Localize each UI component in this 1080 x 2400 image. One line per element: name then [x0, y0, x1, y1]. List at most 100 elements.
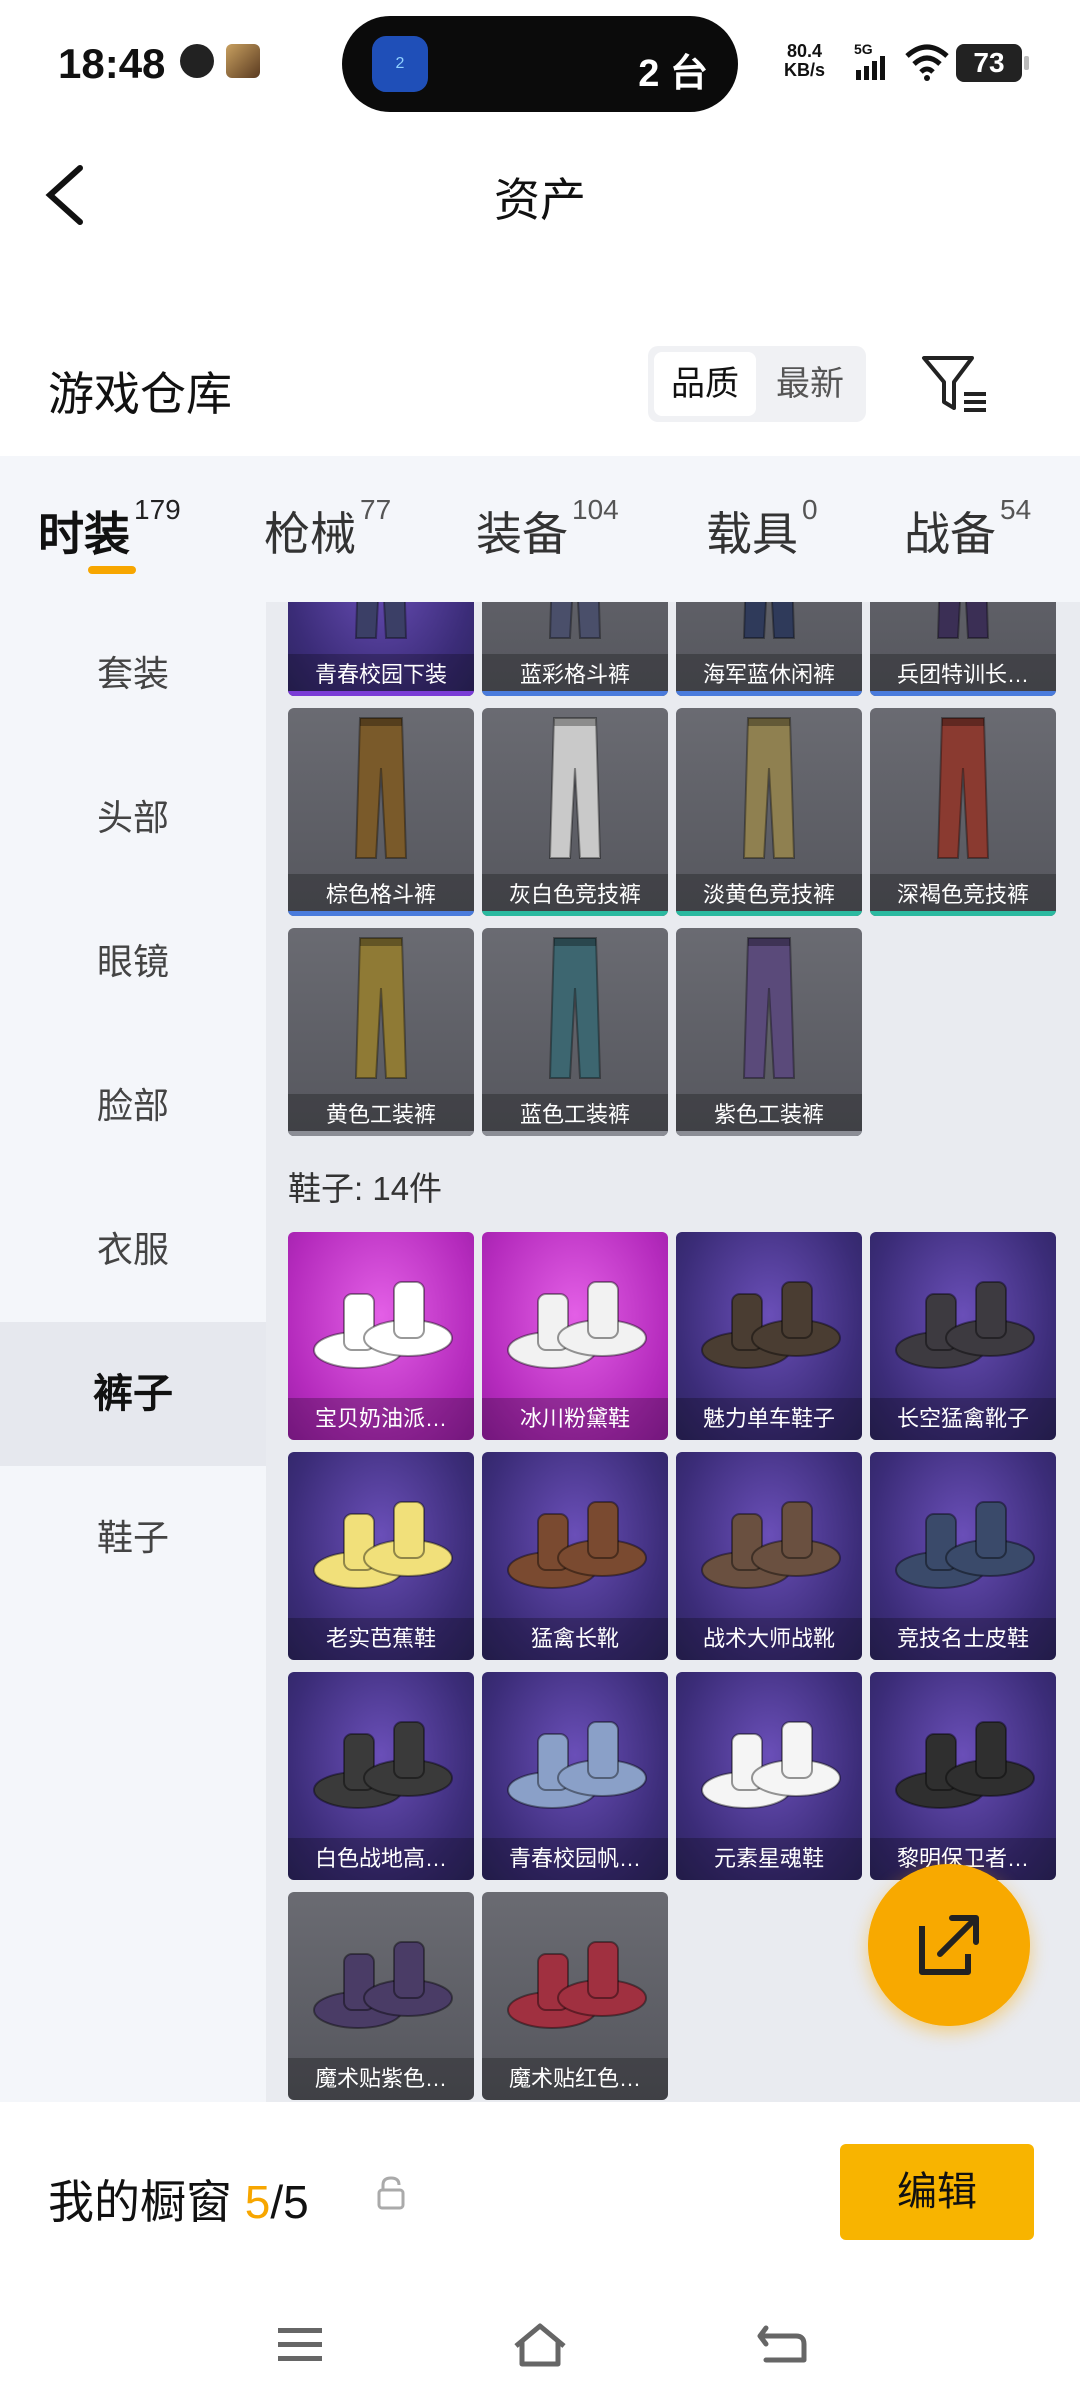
tab-battle-prep[interactable]: 战备 54: [904, 494, 1031, 564]
item-label: 海军蓝休闲裤: [676, 654, 862, 696]
weibo-notification-icon: [180, 44, 214, 78]
shoes-item-card[interactable]: 冰川粉黛鞋: [482, 1232, 668, 1440]
shoes-item-card[interactable]: 魅力单车鞋子: [676, 1232, 862, 1440]
item-label: 宝贝奶油派…: [288, 1398, 474, 1440]
island-device-count: 2 台: [638, 53, 708, 95]
rarity-bar: [870, 911, 1056, 916]
sidebar-item-suit[interactable]: 套装: [0, 602, 266, 746]
item-label: 兵团特训长…: [870, 654, 1056, 696]
rarity-bar: [676, 1131, 862, 1136]
active-tab-indicator: [88, 566, 136, 574]
sidebar-item-shoes[interactable]: 鞋子: [0, 1466, 266, 1610]
sidebar: 套装 头部 眼镜 脸部 衣服 裤子 鞋子: [0, 602, 266, 2102]
item-label: 淡黄色竞技裤: [676, 874, 862, 916]
shoes-item-card[interactable]: 元素星魂鞋: [676, 1672, 862, 1880]
pants-item-card[interactable]: 深褐色竞技裤: [870, 708, 1056, 916]
item-label: 灰白色竞技裤: [482, 874, 668, 916]
pants-item-card[interactable]: 灰白色竞技裤: [482, 708, 668, 916]
pants-item-card[interactable]: 淡黄色竞技裤: [676, 708, 862, 916]
shoes-item-card[interactable]: 白色战地高…: [288, 1672, 474, 1880]
item-label: 蓝色工装裤: [482, 1094, 668, 1136]
item-label: 紫色工装裤: [676, 1094, 862, 1136]
shoes-item-card[interactable]: 青春校园帆…: [482, 1672, 668, 1880]
pants-item-card[interactable]: 棕色格斗裤: [288, 708, 474, 916]
showcase-total: 5: [283, 2176, 309, 2228]
pants-item-card[interactable]: 兵团特训长…: [870, 602, 1056, 696]
pants-item-card[interactable]: 蓝色工装裤: [482, 928, 668, 1136]
sort-toggle: 品质 最新: [648, 346, 866, 422]
tab-equipment[interactable]: 装备 104: [476, 494, 619, 564]
tab-guns[interactable]: 枪械 77: [264, 494, 391, 564]
svg-text:5G: 5G: [854, 41, 873, 57]
cell-signal-icon: 5G: [854, 41, 885, 80]
pants-item-card[interactable]: 紫色工装裤: [676, 928, 862, 1136]
shoes-item-card[interactable]: 宝贝奶油派…: [288, 1232, 474, 1440]
rarity-bar: [482, 1131, 668, 1136]
shoes-item-card[interactable]: 猛禽长靴: [482, 1452, 668, 1660]
battery-icon: 73: [956, 44, 1029, 82]
rarity-bar: [676, 911, 862, 916]
item-label: 蓝彩格斗裤: [482, 654, 668, 696]
rarity-bar: [288, 691, 474, 696]
pants-item-card[interactable]: 黄色工装裤: [288, 928, 474, 1136]
dynamic-island[interactable]: 2 2 台: [342, 16, 738, 112]
sidebar-item-clothes[interactable]: 衣服: [0, 1178, 266, 1322]
back-nav-icon[interactable]: [752, 2320, 812, 2370]
item-label: 元素星魂鞋: [676, 1838, 862, 1880]
wifi-icon: [905, 44, 949, 81]
shoes-item-card[interactable]: 魔术贴红色…: [482, 1892, 668, 2100]
shoes-item-card[interactable]: 老实芭蕉鞋: [288, 1452, 474, 1660]
sidebar-item-head[interactable]: 头部: [0, 746, 266, 890]
rarity-bar: [482, 691, 668, 696]
rarity-bar: [288, 911, 474, 916]
share-fab-button[interactable]: [868, 1864, 1030, 2026]
net-speed: 80.4 KB/s: [784, 41, 826, 80]
item-label: 深褐色竞技裤: [870, 874, 1056, 916]
item-label: 魅力单车鞋子: [676, 1398, 862, 1440]
category-tabs: 时装 179 枪械 77 装备 104 载具 0 战备 54: [0, 456, 1080, 602]
game-notification-icon: [226, 44, 260, 78]
item-label: 魔术贴紫色…: [288, 2058, 474, 2100]
item-label: 魔术贴红色…: [482, 2058, 668, 2100]
rarity-bar: [870, 691, 1056, 696]
status-time: 18:48: [58, 40, 166, 87]
item-label: 棕色格斗裤: [288, 874, 474, 916]
sidebar-item-glasses[interactable]: 眼镜: [0, 890, 266, 1034]
item-label: 青春校园下装: [288, 654, 474, 696]
item-label: 冰川粉黛鞋: [482, 1398, 668, 1440]
menu-nav-icon[interactable]: [270, 2320, 330, 2370]
page-title: 资产: [494, 174, 586, 226]
item-label: 竞技名士皮鞋: [870, 1618, 1056, 1660]
home-nav-icon[interactable]: [510, 2320, 570, 2370]
tab-vehicles[interactable]: 载具 0: [706, 494, 818, 564]
item-label: 猛禽长靴: [482, 1618, 668, 1660]
tab-fashion[interactable]: 时装 179: [38, 494, 181, 564]
sort-newest-button[interactable]: 最新: [760, 352, 860, 416]
lock-icon: [377, 2176, 405, 2210]
item-label: 黄色工装裤: [288, 1094, 474, 1136]
shoes-item-card[interactable]: 长空猛禽靴子: [870, 1232, 1056, 1440]
showcase-bar: 我的橱窗 5/5 编辑: [0, 2106, 1080, 2400]
shoes-item-card[interactable]: 魔术贴紫色…: [288, 1892, 474, 2100]
item-label: 白色战地高…: [288, 1838, 474, 1880]
sidebar-item-pants[interactable]: 裤子: [0, 1322, 266, 1466]
item-label: 青春校园帆…: [482, 1838, 668, 1880]
shoes-item-card[interactable]: 战术大师战靴: [676, 1452, 862, 1660]
sidebar-item-face[interactable]: 脸部: [0, 1034, 266, 1178]
filter-icon[interactable]: [920, 352, 990, 416]
item-label: 老实芭蕉鞋: [288, 1618, 474, 1660]
sort-quality-button[interactable]: 品质: [654, 352, 756, 416]
item-label: 长空猛禽靴子: [870, 1398, 1056, 1440]
pants-item-card[interactable]: 青春校园下装: [288, 602, 474, 696]
item-label: 战术大师战靴: [676, 1618, 862, 1660]
shoes-item-card[interactable]: 竞技名士皮鞋: [870, 1452, 1056, 1660]
shoes-section-label: 鞋子: 14件: [288, 1170, 443, 1207]
rarity-bar: [288, 1131, 474, 1136]
showcase-current: 5: [244, 2176, 271, 2228]
shoes-item-card[interactable]: 黎明保卫者…: [870, 1672, 1056, 1880]
rarity-bar: [676, 691, 862, 696]
status-bar: 18:48 2 2 台 80.4 KB/s 5G 73: [0, 0, 1080, 130]
pants-item-card[interactable]: 蓝彩格斗裤: [482, 602, 668, 696]
edit-button[interactable]: 编辑: [840, 2144, 1034, 2240]
pants-item-card[interactable]: 海军蓝休闲裤: [676, 602, 862, 696]
